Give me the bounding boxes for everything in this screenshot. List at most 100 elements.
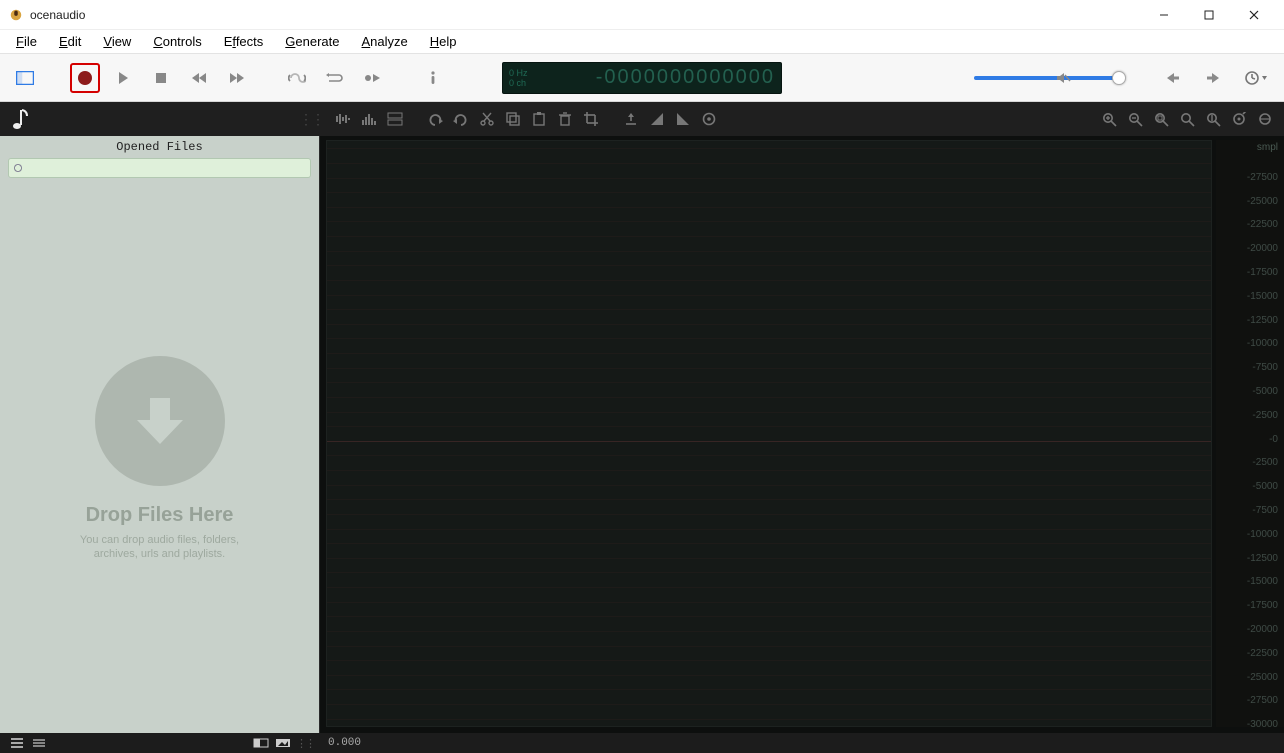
- undo-button[interactable]: [422, 106, 448, 132]
- sidebar-search-input[interactable]: [8, 158, 311, 178]
- fade-out-button[interactable]: [670, 106, 696, 132]
- stop-button[interactable]: [146, 63, 176, 93]
- title-bar: ocenaudio: [0, 0, 1284, 30]
- ruler-tick: -12500: [1247, 553, 1278, 564]
- status-bar: ⋮⋮ 0.000: [0, 733, 1284, 753]
- record-button[interactable]: [70, 63, 100, 93]
- follow-play-button[interactable]: [358, 63, 388, 93]
- ruler-tick: -7500: [1252, 505, 1278, 516]
- nav-forward-button[interactable]: [1198, 63, 1228, 93]
- drop-zone[interactable]: Drop Files Here You can drop audio files…: [0, 184, 319, 733]
- menu-effects[interactable]: Effects: [216, 32, 272, 51]
- normalize-button[interactable]: [696, 106, 722, 132]
- paste-button[interactable]: [526, 106, 552, 132]
- zoom-tool-button[interactable]: [1252, 106, 1278, 132]
- waveform-canvas[interactable]: [326, 140, 1212, 727]
- download-arrow-icon: [95, 356, 225, 486]
- ruler-tick: -12500: [1247, 315, 1278, 326]
- drop-title: Drop Files Here: [86, 504, 234, 527]
- menu-edit[interactable]: Edit: [51, 32, 89, 51]
- rewind-button[interactable]: [184, 63, 214, 93]
- waveform-view-button[interactable]: [330, 106, 356, 132]
- mute-button[interactable]: [1048, 63, 1078, 93]
- history-button[interactable]: [1238, 63, 1274, 93]
- menu-file[interactable]: File: [8, 32, 45, 51]
- zoom-out-button[interactable]: [1122, 106, 1148, 132]
- ruler-tick: -22500: [1247, 219, 1278, 230]
- sidebar-header: Opened Files: [0, 136, 319, 158]
- zoom-selection-button[interactable]: [1148, 106, 1174, 132]
- drop-subtitle: You can drop audio files, folders, archi…: [70, 533, 250, 561]
- ruler-tick: -5000: [1252, 386, 1278, 397]
- display-channels: 0 ch: [509, 78, 528, 88]
- app-title: ocenaudio: [30, 8, 85, 22]
- main-toolbar: 0 Hz 0 ch -0000000000000: [0, 54, 1284, 102]
- ruler-tick: -27500: [1247, 695, 1278, 706]
- window-close-button[interactable]: [1231, 0, 1276, 30]
- amplitude-ruler: smpl -27500 -25000 -22500 -20000 -17500 -1500…: [1216, 140, 1284, 727]
- menu-help[interactable]: Help: [422, 32, 465, 51]
- ruler-tick: -25000: [1247, 196, 1278, 207]
- ruler-tick: -10000: [1247, 529, 1278, 540]
- delete-button[interactable]: [552, 106, 578, 132]
- ruler-tick: -20000: [1247, 243, 1278, 254]
- ruler-unit: smpl: [1257, 142, 1278, 153]
- grip-icon[interactable]: ⋮⋮: [306, 111, 316, 128]
- display-time: -0000000000000: [528, 66, 775, 89]
- zoom-reset-button[interactable]: [1226, 106, 1252, 132]
- ruler-tick: -17500: [1247, 267, 1278, 278]
- ruler-tick: -20000: [1247, 624, 1278, 635]
- crop-button[interactable]: [578, 106, 604, 132]
- menu-generate[interactable]: Generate: [277, 32, 347, 51]
- redo-button[interactable]: [448, 106, 474, 132]
- time-display: 0 Hz 0 ch -0000000000000: [502, 62, 782, 94]
- ruler-tick: -7500: [1252, 362, 1278, 373]
- silence-button[interactable]: [618, 106, 644, 132]
- spectral-view-button[interactable]: [356, 106, 382, 132]
- loop-selection-button[interactable]: [320, 63, 350, 93]
- record-icon: [78, 71, 92, 85]
- info-button[interactable]: [418, 63, 448, 93]
- menu-bar: File Edit View Controls Effects Generate…: [0, 30, 1284, 54]
- ruler-tick: -17500: [1247, 600, 1278, 611]
- toggle-sidebar-button[interactable]: [10, 63, 40, 93]
- cut-button[interactable]: [474, 106, 500, 132]
- list-view-icon[interactable]: [6, 738, 28, 748]
- window-maximize-button[interactable]: [1186, 0, 1231, 30]
- forward-button[interactable]: [222, 63, 252, 93]
- menu-lines-icon[interactable]: [28, 738, 50, 748]
- copy-button[interactable]: [500, 106, 526, 132]
- image-display-button[interactable]: [272, 735, 294, 751]
- window-minimize-button[interactable]: [1141, 0, 1186, 30]
- zoom-fit-button[interactable]: [1174, 106, 1200, 132]
- ruler-tick: -25000: [1247, 672, 1278, 683]
- nav-back-button[interactable]: [1158, 63, 1188, 93]
- editor-toolbar: ⋮⋮: [0, 102, 1284, 136]
- loop-button[interactable]: [282, 63, 312, 93]
- main-body: Opened Files Drop Files Here You can dro…: [0, 136, 1284, 733]
- selection-display-button[interactable]: [250, 735, 272, 751]
- grip-icon[interactable]: ⋮⋮: [294, 737, 316, 750]
- ruler-tick: -15000: [1247, 576, 1278, 587]
- menu-analyze[interactable]: Analyze: [354, 32, 416, 51]
- play-button[interactable]: [108, 63, 138, 93]
- menu-controls[interactable]: Controls: [145, 32, 209, 51]
- ruler-tick: -5000: [1252, 481, 1278, 492]
- combined-view-button[interactable]: [382, 106, 408, 132]
- waveform-area[interactable]: smpl -27500 -25000 -22500 -20000 -17500 -1500…: [320, 136, 1284, 733]
- ruler-tick: -10000: [1247, 338, 1278, 349]
- fade-in-button[interactable]: [644, 106, 670, 132]
- app-note-icon: [6, 108, 36, 130]
- ruler-tick: -15000: [1247, 291, 1278, 302]
- menu-view[interactable]: View: [95, 32, 139, 51]
- sidebar: Opened Files Drop Files Here You can dro…: [0, 136, 320, 733]
- app-icon: [8, 7, 24, 23]
- ruler-tick: -27500: [1247, 172, 1278, 183]
- ruler-tick: -0: [1269, 434, 1278, 445]
- status-time: 0.000: [328, 737, 361, 749]
- ruler-tick: -30000: [1247, 719, 1278, 730]
- display-hz: 0 Hz: [509, 68, 528, 78]
- zoom-vertical-button[interactable]: [1200, 106, 1226, 132]
- ruler-tick: -2500: [1252, 410, 1278, 421]
- zoom-in-button[interactable]: [1096, 106, 1122, 132]
